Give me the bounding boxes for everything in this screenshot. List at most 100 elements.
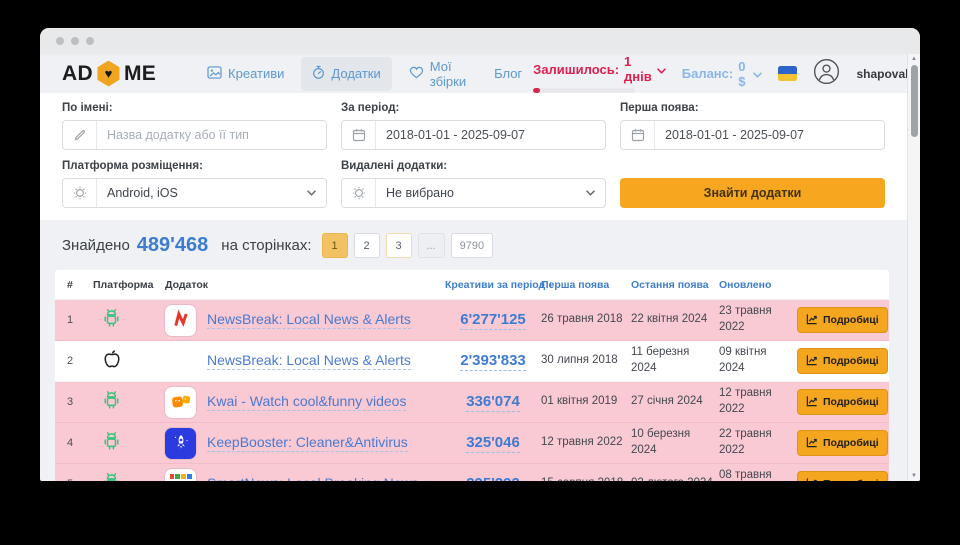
chart-icon: [806, 436, 818, 451]
page-button-last[interactable]: 9790: [451, 233, 493, 258]
details-button[interactable]: Подробиці: [797, 471, 888, 481]
last-seen-date: 22 квітня 2024: [631, 312, 719, 328]
chevron-down-icon: [307, 190, 316, 196]
nav-item-creatives[interactable]: Креативи: [196, 58, 295, 90]
chevron-down-icon: [657, 62, 666, 77]
page-button-2[interactable]: 2: [354, 233, 380, 258]
table-row: 4 KeepBooster: Cleaner&Antivirus 325'046…: [55, 423, 889, 464]
remaining-progressbar: [533, 88, 635, 93]
first-seen-date: 30 липня 2018: [541, 353, 631, 369]
details-button[interactable]: Подробиці: [797, 348, 888, 374]
scrollbar-thumb[interactable]: [911, 65, 918, 137]
stopwatch-icon: [312, 65, 325, 83]
logo[interactable]: AD ♥ ME: [62, 61, 156, 87]
remaining-dropdown[interactable]: Залишилось: 1 днів: [533, 54, 666, 84]
period-filter-label: За період:: [341, 101, 606, 115]
header-right: Залишилось: 1 днів Баланс: 0 $ shapovalo…: [533, 54, 907, 93]
last-seen-date: 02 лютого 2024: [631, 476, 719, 481]
col-header-updated[interactable]: Оновлено: [719, 279, 797, 291]
nav-label: Креативи: [228, 66, 284, 81]
vertical-scrollbar: ▲ ▼: [907, 54, 920, 481]
details-button[interactable]: Подробиці: [797, 389, 888, 415]
name-filter-label: По імені:: [62, 101, 327, 115]
android-icon: [102, 471, 121, 481]
subscription-remaining: Залишилось: 1 днів: [533, 54, 666, 93]
avatar[interactable]: [813, 58, 840, 90]
app-name-input[interactable]: [97, 128, 326, 142]
col-header-last-seen[interactable]: Остання поява: [631, 279, 719, 291]
android-icon: [102, 307, 121, 333]
window-control-dot[interactable]: [56, 37, 64, 45]
nav-label: Додатки: [331, 66, 380, 81]
details-button[interactable]: Подробиці: [797, 307, 888, 333]
creatives-count-link[interactable]: 325'046: [466, 434, 520, 453]
page-button-1[interactable]: 1: [322, 233, 348, 258]
nav-label: Мої збірки: [430, 59, 466, 89]
details-button[interactable]: Подробиці: [797, 430, 888, 456]
kwai-app-icon: [165, 387, 196, 418]
smartnews-app-icon: [165, 469, 196, 482]
android-icon: [102, 430, 121, 456]
nav-item-blog[interactable]: Блог: [483, 58, 533, 89]
deleted-filter-label: Видалені додатки:: [341, 159, 606, 173]
remaining-progress-fill: [533, 88, 540, 93]
balance-dropdown[interactable]: Баланс: 0 $: [682, 59, 762, 89]
chart-icon: [806, 477, 818, 482]
row-number: 3: [67, 396, 93, 408]
first-seen-date: 15 серпня 2018: [541, 476, 631, 481]
window-control-dot[interactable]: [86, 37, 94, 45]
window-titlebar: [40, 28, 920, 54]
gear-icon: [342, 179, 376, 207]
scroll-up-arrow-icon[interactable]: ▲: [908, 56, 920, 62]
page-button-3[interactable]: 3: [386, 233, 412, 258]
first-seen-date: 12 травня 2022: [541, 435, 631, 451]
user-menu[interactable]: shapovalowa_ad: [856, 67, 907, 81]
first-seen-daterange-input[interactable]: [655, 128, 884, 142]
nav-item-apps[interactable]: Додатки: [301, 57, 391, 91]
calendar-icon: [621, 121, 655, 149]
app-link[interactable]: Kwai - Watch cool&funny videos: [207, 393, 406, 411]
remaining-value: 1 днів: [624, 54, 652, 84]
row-number: 5: [67, 478, 93, 481]
creatives-count-link[interactable]: 2'393'833: [460, 352, 526, 371]
ukraine-flag-icon: [778, 66, 798, 81]
filter-panel: По імені: За період: Перша поява:: [40, 93, 907, 220]
col-header-num: #: [67, 279, 93, 291]
updated-date: 12 травня 2022: [719, 386, 797, 417]
first-seen-filter-label: Перша поява:: [620, 101, 885, 115]
creatives-count-link[interactable]: 295'292: [466, 475, 520, 481]
window-control-dot[interactable]: [71, 37, 79, 45]
platform-select[interactable]: Android, iOS: [62, 178, 327, 208]
creatives-count-link[interactable]: 336'074: [466, 393, 520, 412]
app-link[interactable]: NewsBreak: Local News & Alerts: [207, 352, 411, 370]
deleted-apps-select-value: Не вибрано: [376, 186, 586, 200]
newsbreak-app-icon: [165, 305, 196, 336]
creatives-count-link[interactable]: 6'277'125: [460, 311, 526, 330]
deleted-apps-select[interactable]: Не вибрано: [341, 178, 606, 208]
table-row: 1 NewsBreak: Local News & Alerts 6'277'1…: [55, 300, 889, 341]
scroll-down-arrow-icon[interactable]: ▼: [908, 473, 920, 479]
col-header-platform: Платформа: [93, 279, 165, 291]
app-link[interactable]: NewsBreak: Local News & Alerts: [207, 311, 411, 329]
period-daterange-input[interactable]: [376, 128, 605, 142]
username: shapovalowa_ad: [856, 67, 907, 81]
chevron-down-icon: [586, 190, 595, 196]
found-label: Знайдено: [62, 237, 130, 254]
page-button-ellipsis[interactable]: ...: [418, 233, 445, 258]
col-header-first-seen[interactable]: Перша поява: [541, 279, 631, 291]
pages-label: на сторінках:: [221, 237, 311, 254]
app-link[interactable]: SmartNews: Local Breaking News: [207, 475, 419, 481]
logo-text-left: AD: [62, 62, 93, 86]
apple-icon: [102, 348, 122, 375]
updated-date: 22 травня 2022: [719, 427, 797, 458]
logo-text-right: ME: [124, 62, 156, 86]
find-apps-button[interactable]: Знайти додатки: [620, 178, 885, 208]
col-header-creatives-sort[interactable]: Креативи за період ↓: [445, 279, 541, 291]
nav-item-collections[interactable]: Мої збірки: [398, 54, 477, 97]
platform-filter-label: Платформа розміщення:: [62, 159, 327, 173]
table-row: 5 SmartNews: Local Breaking News 295'292: [55, 464, 889, 481]
updated-date: 23 травня 2022: [719, 304, 797, 335]
app-link[interactable]: KeepBooster: Cleaner&Antivirus: [207, 434, 408, 452]
chevron-down-icon: [753, 66, 762, 81]
results-count: 489'468: [137, 234, 209, 257]
